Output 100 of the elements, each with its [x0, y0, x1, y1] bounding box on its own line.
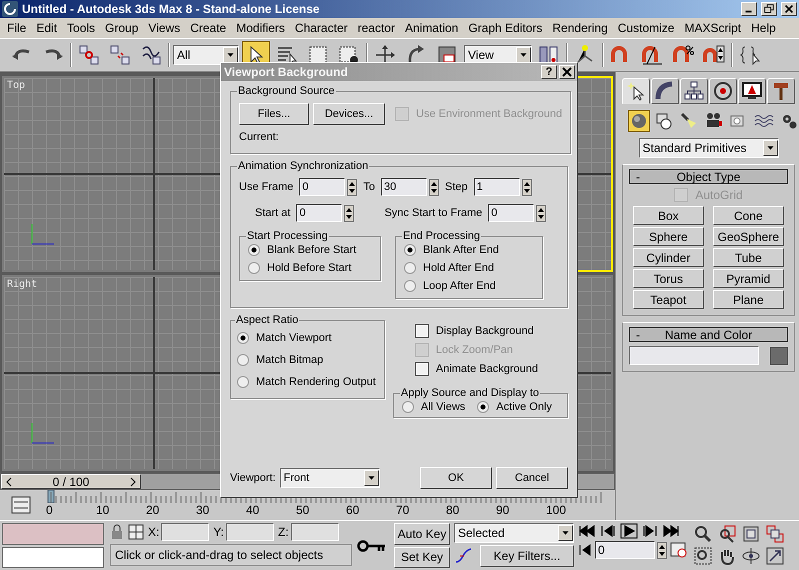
- dropdown[interactable]: Standard Primitives: [638, 138, 778, 158]
- menu-item[interactable]: MAXScript: [679, 21, 746, 35]
- menu-item[interactable]: Modifiers: [231, 21, 290, 35]
- menu-item[interactable]: Create: [185, 21, 232, 35]
- radio-button[interactable]: [237, 332, 249, 344]
- radio-button[interactable]: [237, 376, 249, 388]
- panel-tab[interactable]: [709, 78, 737, 104]
- rollout-header[interactable]: - Object Type: [629, 169, 788, 184]
- spinner-icon[interactable]: [522, 178, 532, 196]
- menu-item[interactable]: Rendering: [547, 21, 613, 35]
- panel-tab[interactable]: [651, 78, 679, 104]
- zoom-all-icon[interactable]: [718, 525, 736, 543]
- menu-item[interactable]: Character: [290, 21, 353, 35]
- checkbox[interactable]: [414, 324, 429, 338]
- spinner-icon[interactable]: [347, 178, 358, 196]
- panel-tab[interactable]: [767, 78, 795, 104]
- key-filters-button[interactable]: Key Filters...: [480, 545, 574, 567]
- sphere-icon: [629, 111, 649, 131]
- number-field[interactable]: 0: [488, 204, 534, 222]
- object-button[interactable]: Cylinder: [633, 248, 704, 267]
- dropdown[interactable]: All: [173, 45, 239, 65]
- object-button[interactable]: Plane: [712, 290, 784, 309]
- radio-button[interactable]: [248, 262, 260, 274]
- coordinate-field[interactable]: [161, 523, 210, 541]
- object-button[interactable]: Sphere: [633, 227, 704, 246]
- grid-icon[interactable]: [128, 524, 144, 540]
- object-button[interactable]: Tube: [712, 248, 784, 267]
- panel-tab[interactable]: [680, 78, 708, 104]
- number-field[interactable]: 0: [299, 178, 346, 196]
- menu-item[interactable]: Views: [143, 21, 186, 35]
- coordinate-field[interactable]: [290, 523, 339, 541]
- radio-button[interactable]: [402, 401, 414, 413]
- auto-key-button[interactable]: Auto Key: [394, 523, 450, 544]
- number-field[interactable]: 1: [474, 178, 520, 196]
- zoom-icon[interactable]: [694, 525, 712, 543]
- spinner-icon[interactable]: [657, 542, 667, 558]
- key-icon[interactable]: [357, 538, 387, 552]
- menu-item[interactable]: Animation: [400, 21, 464, 35]
- go-to-end-icon[interactable]: [662, 523, 680, 539]
- orbit-icon[interactable]: [742, 547, 760, 565]
- unlink-icon: [109, 44, 131, 66]
- menu-item[interactable]: Graph Editors: [463, 21, 548, 35]
- number-field[interactable]: 0: [296, 204, 342, 222]
- menu-item[interactable]: Group: [100, 21, 144, 35]
- menu-item[interactable]: Edit: [31, 21, 62, 35]
- object-button[interactable]: Box: [633, 206, 704, 225]
- dialog-button[interactable]: OK: [420, 467, 492, 489]
- object-button[interactable]: Cone: [712, 206, 784, 225]
- play-icon[interactable]: [620, 523, 638, 539]
- spinner-icon[interactable]: [429, 178, 440, 196]
- lock-icon[interactable]: [110, 524, 124, 540]
- zoom-region-icon[interactable]: [694, 547, 712, 565]
- panel-tab[interactable]: [622, 78, 650, 104]
- previous-frame-icon[interactable]: [599, 523, 617, 539]
- menu-item[interactable]: File: [2, 21, 32, 35]
- spinner-icon[interactable]: [536, 204, 546, 222]
- object-button[interactable]: Teapot: [633, 290, 704, 309]
- close-button[interactable]: [559, 65, 575, 79]
- radio-button[interactable]: [404, 280, 416, 292]
- dialog-button[interactable]: Files...: [239, 103, 309, 125]
- dialog-button[interactable]: Devices...: [313, 103, 385, 125]
- number-field[interactable]: 0: [595, 541, 655, 559]
- hand-icon[interactable]: [718, 547, 736, 565]
- radio-button[interactable]: [248, 244, 260, 256]
- menu-item[interactable]: reactor: [352, 21, 400, 35]
- number-field[interactable]: 30: [381, 178, 428, 196]
- maximize-viewport-icon[interactable]: [766, 547, 784, 565]
- menu-item[interactable]: Help: [746, 21, 781, 35]
- time-slider-thumb[interactable]: 0 / 100: [1, 474, 141, 489]
- radio-button[interactable]: [237, 354, 249, 366]
- color-swatch[interactable]: [770, 346, 788, 364]
- dropdown[interactable]: Selected: [454, 523, 574, 543]
- menu-item[interactable]: Customize: [612, 21, 680, 35]
- next-frame-icon[interactable]: [641, 523, 659, 539]
- panel-tab[interactable]: [738, 78, 766, 104]
- object-button[interactable]: Torus: [633, 269, 704, 288]
- go-to-start-icon[interactable]: [578, 523, 596, 539]
- rollout-header[interactable]: - Name and Color: [629, 327, 788, 342]
- object-button[interactable]: GeoSphere: [712, 227, 784, 246]
- zoom-extents-all-icon[interactable]: [766, 525, 784, 543]
- object-button[interactable]: Pyramid: [712, 269, 784, 288]
- frame-number: 70: [396, 503, 410, 517]
- coordinate-field[interactable]: [226, 523, 274, 541]
- restore-icon[interactable]: [761, 2, 777, 16]
- help-button[interactable]: ?: [541, 65, 557, 79]
- menu-item[interactable]: Tools: [62, 21, 100, 35]
- spinner-icon[interactable]: [344, 204, 354, 222]
- viewport-dropdown[interactable]: Front: [280, 468, 380, 488]
- field-label: To: [363, 181, 376, 193]
- radio-button[interactable]: [404, 244, 416, 256]
- set-key-button[interactable]: Set Key: [394, 546, 450, 568]
- checkbox[interactable]: [414, 362, 429, 376]
- name-field[interactable]: [629, 346, 759, 365]
- minimize-icon[interactable]: [741, 2, 757, 16]
- radio-button[interactable]: [404, 262, 416, 274]
- dialog-button[interactable]: Cancel: [496, 467, 568, 489]
- close-icon[interactable]: [781, 2, 797, 16]
- radio-button[interactable]: [477, 401, 490, 413]
- zoom-extents-icon[interactable]: [742, 525, 760, 543]
- curve-editor-icon[interactable]: [11, 496, 31, 514]
